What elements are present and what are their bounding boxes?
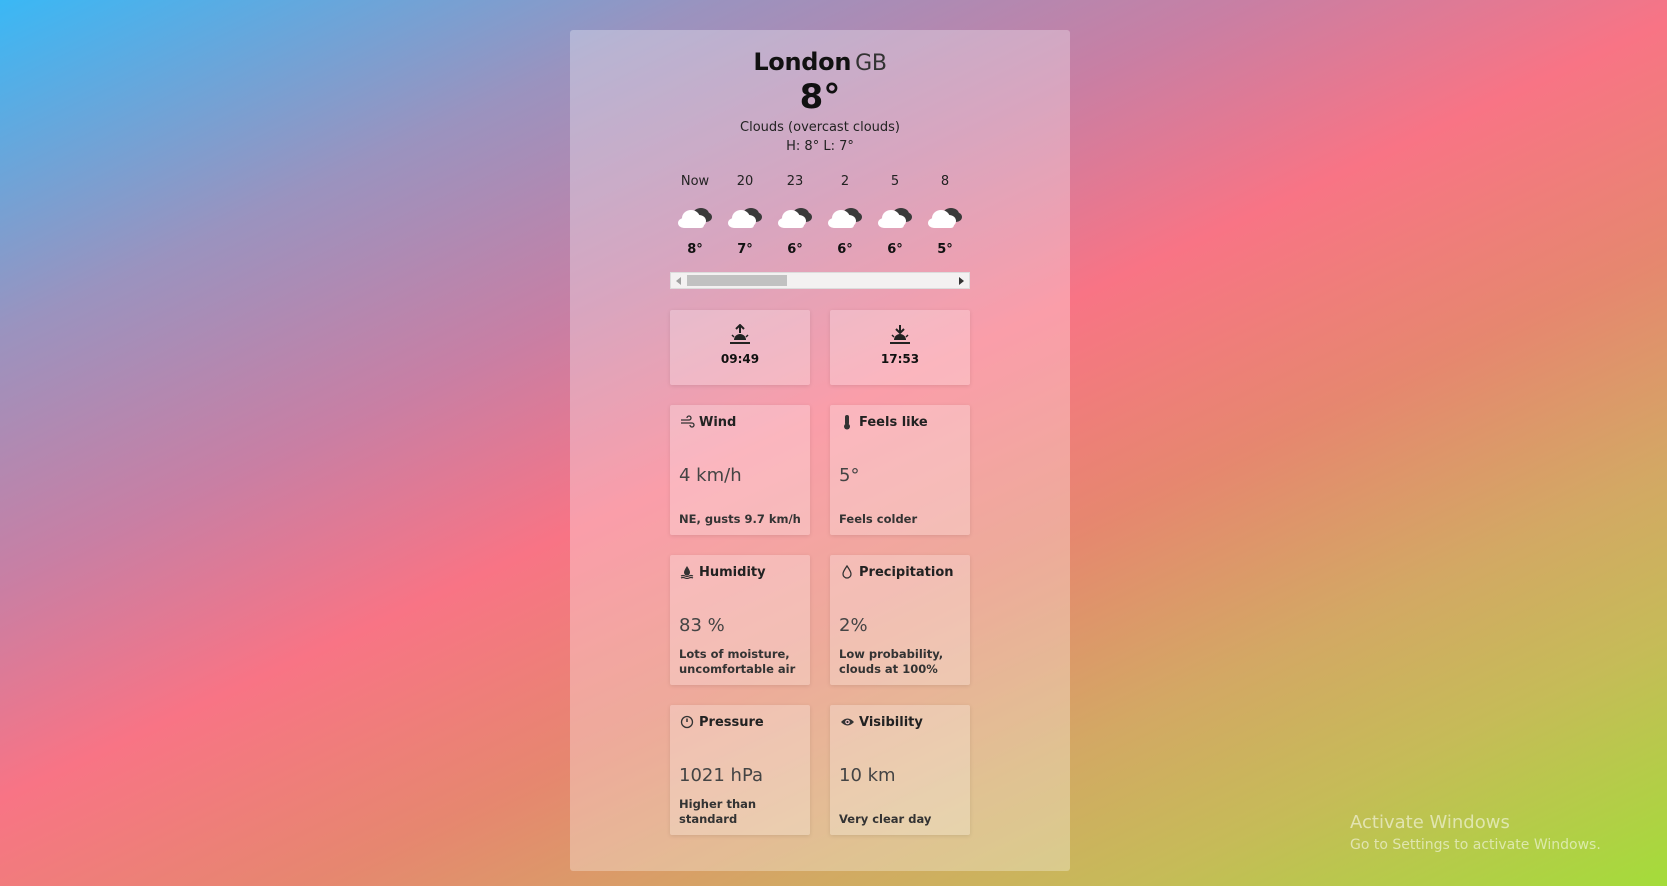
country-code: GB [855, 51, 887, 76]
weather-description: Clouds (overcast clouds) [740, 120, 900, 135]
hourly-item: 8 5° [920, 172, 970, 257]
humidity-value: 83 % [679, 615, 725, 636]
sunset-card: 17:53 [830, 310, 970, 385]
hourly-temperature: 7° [737, 242, 753, 257]
precipitation-title: Precipitation [859, 564, 954, 580]
current-temperature: 8° [799, 77, 841, 117]
wind-title: Wind [699, 414, 737, 430]
humidity-title: Humidity [699, 564, 766, 580]
hourly-time: Now [680, 174, 710, 189]
pressure-note: Higher than standard [679, 797, 757, 826]
gauge-icon [680, 715, 694, 729]
hourly-item: 2 6° [820, 172, 870, 257]
sunrise-card: 09:49 [670, 310, 810, 385]
scrollbar-thumb[interactable] [687, 275, 787, 286]
cloudy-icon [670, 198, 720, 236]
humidity-card: Humidity 83 % Lots of moisture, uncomfor… [670, 555, 810, 685]
wind-value: 4 km/h [679, 465, 742, 486]
humidity-note: Lots of moisture, uncomfortable air [679, 647, 796, 676]
hourly-temperature: 6° [837, 242, 853, 257]
pressure-card: Pressure 1021 hPa Higher than standard [670, 705, 810, 835]
watermark-title: Activate Windows [1350, 812, 1510, 833]
hourly-item: Now 8° [670, 172, 720, 257]
hourly-temperature: 6° [787, 242, 803, 257]
hourly-time: 8 [940, 174, 950, 189]
sunrise-time: 09:49 [720, 352, 760, 366]
hourly-time: 5 [890, 174, 900, 189]
cloudy-icon [920, 198, 970, 236]
feels-like-card: Feels like 5° Feels colder [830, 405, 970, 535]
sunrise-icon [730, 324, 750, 344]
visibility-card: Visibility 10 km Very clear day [830, 705, 970, 835]
hourly-time: 23 [786, 174, 804, 189]
pressure-value: 1021 hPa [679, 765, 764, 786]
feels-like-note: Feels colder [839, 512, 918, 526]
activate-windows-watermark: Activate Windows Go to Settings to activ… [1350, 812, 1601, 853]
weather-panel: London GB 8° Clouds (overcast clouds) H: … [570, 30, 1070, 871]
droplet-icon [842, 565, 852, 579]
wind-note: NE, gusts 9.7 km/h [679, 512, 801, 526]
city-name: London [753, 48, 852, 76]
precipitation-value: 2% [839, 615, 868, 636]
wind-card: Wind 4 km/h NE, gusts 9.7 km/h [670, 405, 810, 535]
sunset-icon [890, 325, 910, 344]
cloudy-icon [820, 198, 870, 236]
pressure-title: Pressure [699, 714, 764, 730]
watermark-subtitle: Go to Settings to activate Windows. [1350, 837, 1601, 853]
feels-like-title: Feels like [859, 414, 928, 430]
hourly-item: 5 6° [870, 172, 920, 257]
visibility-value: 10 km [839, 765, 896, 786]
high-low-temperature: H: 8° L: 7° [786, 139, 854, 154]
cloudy-icon [770, 198, 820, 236]
precipitation-note: Low probability, clouds at 100% [839, 647, 944, 676]
hourly-forecast-scrollbar[interactable] [670, 272, 970, 289]
weather-header: London GB 8° Clouds (overcast clouds) H: … [570, 30, 1070, 154]
hourly-time: 2 [840, 174, 850, 189]
precipitation-card: Precipitation 2% Low probability, clouds… [830, 555, 970, 685]
hourly-temperature: 5° [937, 242, 953, 257]
eye-icon [840, 718, 854, 726]
visibility-note: Very clear day [839, 812, 932, 826]
humidity-icon [680, 566, 694, 579]
hourly-time: 20 [736, 174, 754, 189]
hourly-temperature: 6° [887, 242, 903, 257]
location-title: London GB [570, 48, 1070, 76]
visibility-title: Visibility [859, 714, 923, 730]
hourly-forecast: Now 8° 20 7° 23 6° 2 6° 5 6° 8 5° [670, 172, 970, 257]
cloudy-icon [720, 198, 770, 236]
hourly-item: 23 6° [770, 172, 820, 257]
feels-like-value: 5° [839, 465, 860, 486]
sunset-time: 17:53 [880, 352, 920, 366]
wind-icon [680, 415, 695, 428]
scroll-right-arrow-icon[interactable] [959, 277, 964, 285]
hourly-item: 20 7° [720, 172, 770, 257]
thermometer-icon [844, 415, 850, 430]
cloudy-icon [870, 198, 920, 236]
scroll-left-arrow-icon[interactable] [676, 277, 681, 285]
hourly-temperature: 8° [687, 242, 703, 257]
